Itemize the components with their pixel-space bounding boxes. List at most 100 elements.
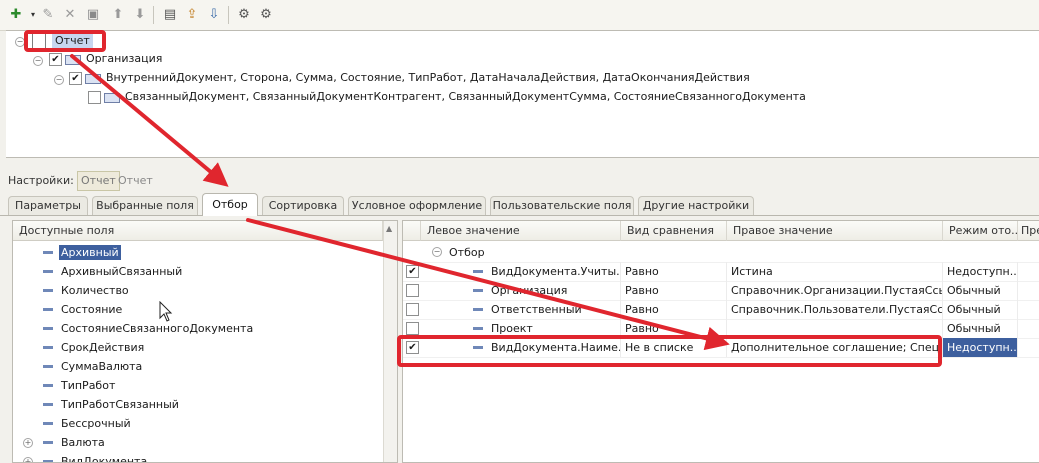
settings-row: Настройки: Отчет Отчет xyxy=(0,170,1039,192)
tab-conditional-formatting[interactable]: Условное оформление xyxy=(348,196,486,215)
field-icon xyxy=(43,346,53,349)
field-item[interactable]: СуммаВалюта xyxy=(13,357,383,376)
field-icon xyxy=(43,365,53,368)
left-value-header[interactable]: Левое значение xyxy=(421,221,621,241)
collapse-icon[interactable]: − xyxy=(33,56,43,66)
scrollbar[interactable]: ▲ xyxy=(383,221,397,462)
field-item[interactable]: СостояниеСвязанногоДокумента xyxy=(13,319,383,338)
add-icon[interactable]: ✚ xyxy=(8,7,24,23)
presentation-header[interactable]: Пре xyxy=(1018,221,1039,241)
mode-cell[interactable]: Обычный xyxy=(943,319,1018,338)
tab-sorting[interactable]: Сортировка xyxy=(262,196,344,215)
right-value-cell[interactable]: Справочник.Организации.ПустаяСсылка xyxy=(727,281,943,300)
mode-cell[interactable]: Обычный xyxy=(943,281,1018,300)
field-icon xyxy=(43,403,53,406)
filter-row[interactable]: Ответственный Равно Справочник.Пользоват… xyxy=(403,300,1039,320)
tab-other-settings[interactable]: Другие настройки xyxy=(638,196,754,215)
mouse-cursor-icon xyxy=(159,301,173,322)
download-icon[interactable]: ⇩ xyxy=(206,7,222,23)
right-value-header[interactable]: Правое значение xyxy=(727,221,943,241)
upload-icon[interactable]: ⇪ xyxy=(184,7,200,23)
report-icon[interactable]: ▤ xyxy=(162,7,178,23)
field-icon xyxy=(473,308,483,311)
field-item[interactable]: Состояние xyxy=(13,300,383,319)
filter-row[interactable]: ✔ ВидДокумента.Учиты... Равно Истина Нед… xyxy=(403,262,1039,282)
comparison-cell[interactable]: Равно xyxy=(621,262,727,281)
pencil-icon[interactable]: ✎ xyxy=(40,7,56,23)
filter-group-row[interactable]: − Отбор xyxy=(403,243,1039,263)
expand-icon[interactable]: + xyxy=(23,457,33,462)
scroll-up-icon[interactable]: ▲ xyxy=(386,224,392,233)
collapse-icon[interactable]: − xyxy=(54,75,64,85)
settings-report-button[interactable]: Отчет xyxy=(77,171,120,191)
row-use-checkbox[interactable] xyxy=(406,303,419,316)
field-item[interactable]: ТипРаботСвязанный xyxy=(13,395,383,414)
comparison-cell[interactable]: Равно xyxy=(621,300,727,319)
grouping-icon xyxy=(85,74,101,84)
settings-report-link[interactable]: Отчет xyxy=(118,174,153,187)
tab-selected-fields[interactable]: Выбранные поля xyxy=(92,196,198,215)
display-mode-header[interactable]: Режим ото... xyxy=(943,221,1018,241)
checkbox-column-header xyxy=(403,221,421,241)
grouping-icon xyxy=(65,55,81,65)
filter-row[interactable]: Организация Равно Справочник.Организации… xyxy=(403,281,1039,301)
tree-item-linked-document[interactable]: СвязанныйДокумент, СвязанныйДокументКонт… xyxy=(125,89,806,105)
org-checkbox[interactable]: ✔ xyxy=(49,53,62,66)
structure-icon[interactable]: ⚙ xyxy=(258,7,274,23)
comparison-cell[interactable]: Равно xyxy=(621,281,727,300)
field-item[interactable]: Бессрочный xyxy=(13,414,383,433)
field-icon xyxy=(473,327,483,330)
toolbar-separator xyxy=(153,6,154,24)
left-value-cell[interactable]: Ответственный xyxy=(487,300,621,319)
toolbar-separator xyxy=(228,6,229,24)
available-fields-header[interactable]: Доступные поля xyxy=(13,221,383,241)
child1-checkbox[interactable]: ✔ xyxy=(69,72,82,85)
mode-cell[interactable]: Недоступн... xyxy=(943,338,1018,357)
available-fields-panel: Доступные поля ▲ Архивный АрхивныйСвязан… xyxy=(12,220,398,463)
field-item[interactable]: + ВидДокумента xyxy=(13,452,383,462)
field-icon xyxy=(43,289,53,292)
field-icon xyxy=(473,270,483,273)
mode-cell[interactable]: Недоступн... xyxy=(943,262,1018,281)
left-value-cell[interactable]: Организация xyxy=(487,281,621,300)
row-use-checkbox[interactable] xyxy=(406,322,419,335)
right-value-cell[interactable]: Истина xyxy=(727,262,943,281)
filter-group-label: Отбор xyxy=(449,246,485,259)
move-up-icon[interactable]: ⬆ xyxy=(110,7,126,23)
field-item[interactable]: + Валюта xyxy=(13,433,383,452)
right-value-cell[interactable]: Справочник.Пользователи.ПустаяСсы... xyxy=(727,300,943,319)
comparison-header[interactable]: Вид сравнения xyxy=(621,221,727,241)
mode-cell[interactable]: Обычный xyxy=(943,300,1018,319)
toolbar: ✚ ▾ ✎ ✕ ▣ ⬆ ⬇ ▤ ⇪ ⇩ ⚙ ⚙ xyxy=(0,0,1039,31)
field-icon xyxy=(43,384,53,387)
tab-parameters[interactable]: Параметры xyxy=(8,196,88,215)
settings-tabs: Параметры Выбранные поля Отбор Сортировк… xyxy=(0,193,1039,216)
tree-item-internal-document[interactable]: ВнутреннийДокумент, Сторона, Сумма, Сост… xyxy=(106,70,750,86)
edit-icon[interactable]: ▣ xyxy=(85,7,101,23)
field-icon xyxy=(43,327,53,330)
field-icon xyxy=(43,251,53,254)
field-item[interactable]: Количество xyxy=(13,281,383,300)
row-use-checkbox[interactable] xyxy=(406,284,419,297)
field-icon xyxy=(473,289,483,292)
field-item[interactable]: СрокДействия xyxy=(13,338,383,357)
annotation-box-report xyxy=(24,30,106,52)
move-down-icon[interactable]: ⬇ xyxy=(132,7,148,23)
field-item[interactable]: Архивный xyxy=(13,243,383,262)
field-icon xyxy=(43,441,53,444)
dropdown-arrow-icon[interactable]: ▾ xyxy=(25,7,41,23)
field-item[interactable]: АрхивныйСвязанный xyxy=(13,262,383,281)
tab-filter[interactable]: Отбор xyxy=(202,193,258,216)
tab-user-fields[interactable]: Пользовательские поля xyxy=(490,196,634,215)
delete-icon[interactable]: ✕ xyxy=(62,7,78,23)
field-icon xyxy=(43,422,53,425)
child2-checkbox[interactable] xyxy=(88,91,101,104)
collapse-icon[interactable]: − xyxy=(432,247,442,257)
left-value-cell[interactable]: ВидДокумента.Учиты... xyxy=(487,262,621,281)
field-item[interactable]: ТипРабот xyxy=(13,376,383,395)
settings-icon[interactable]: ⚙ xyxy=(236,7,252,23)
row-use-checkbox[interactable]: ✔ xyxy=(406,265,419,278)
tree-item-organization[interactable]: Организация xyxy=(86,51,162,67)
field-icon xyxy=(43,270,53,273)
expand-icon[interactable]: + xyxy=(23,438,33,448)
